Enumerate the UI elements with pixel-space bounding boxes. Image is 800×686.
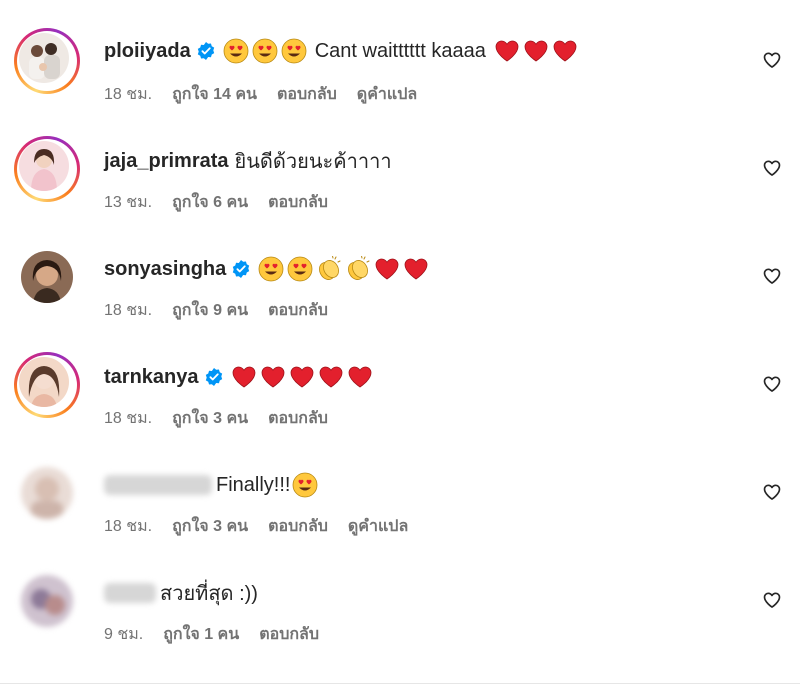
comment-username[interactable]: ploiiyada	[104, 40, 191, 63]
avatar[interactable]	[19, 357, 69, 407]
heart-eyes-emoji	[292, 472, 318, 498]
likes-count-link[interactable]: ถูกใจ 14 คน	[172, 82, 257, 107]
reply-button[interactable]: ตอบกลับ	[268, 298, 328, 323]
comment-text: Cant waitttttt kaaaa	[314, 39, 486, 62]
avatar[interactable]	[19, 33, 69, 83]
likes-count-link[interactable]: ถูกใจ 9 คน	[172, 298, 248, 323]
heart-eyes-emoji	[223, 38, 249, 64]
heart-outline-icon[interactable]	[762, 590, 782, 610]
red-heart-emoji	[289, 364, 315, 390]
divider	[0, 683, 800, 684]
comment-text: สวยที่สุด :))	[160, 583, 258, 605]
blurred-username[interactable]	[104, 583, 156, 603]
comment-username[interactable]: jaja_primrata	[104, 150, 229, 173]
red-heart-emoji	[494, 38, 520, 64]
avatar[interactable]	[19, 141, 69, 191]
see-translation-button[interactable]: ดูคำแปล	[357, 82, 417, 107]
story-ring[interactable]	[14, 136, 80, 202]
avatar[interactable]	[21, 251, 73, 303]
clapping-hands-emoji	[316, 256, 342, 282]
avatar[interactable]	[21, 575, 73, 627]
likes-count-link[interactable]: ถูกใจ 3 คน	[172, 514, 248, 539]
likes-count-link[interactable]: ถูกใจ 3 คน	[172, 406, 248, 431]
likes-count-link[interactable]: ถูกใจ 1 คน	[163, 622, 239, 647]
heart-outline-icon[interactable]	[762, 374, 782, 394]
heart-outline-icon[interactable]	[762, 158, 782, 178]
verified-badge-icon	[205, 368, 223, 386]
comment-item: Finally!!! 18 ชม. ถูกใจ 3 คน ตอบกลับ ดูค…	[0, 460, 800, 560]
heart-outline-icon[interactable]	[762, 482, 782, 502]
comment-text: Finally!!!	[216, 473, 291, 496]
red-heart-emoji	[231, 364, 257, 390]
red-heart-emoji	[260, 364, 286, 390]
red-heart-emoji	[552, 38, 578, 64]
heart-eyes-emoji	[258, 256, 284, 282]
verified-badge-icon	[197, 42, 215, 60]
reply-button[interactable]: ตอบกลับ	[268, 190, 328, 215]
heart-eyes-emoji	[287, 256, 313, 282]
likes-count-link[interactable]: ถูกใจ 6 คน	[172, 190, 248, 215]
blurred-username[interactable]	[104, 475, 212, 495]
comment-item: สวยที่สุด :)) 9 ชม. ถูกใจ 1 คน ตอบกลับ	[0, 568, 800, 668]
reply-button[interactable]: ตอบกลับ	[259, 622, 319, 647]
comment-item: sonyasingha 18 ชม. ถูกใจ 9 คน ตอบกลับ	[0, 244, 800, 344]
story-ring[interactable]	[14, 352, 80, 418]
comment-text: ยินดีด้วยนะค้าาาา	[234, 151, 392, 173]
heart-outline-icon[interactable]	[762, 50, 782, 70]
clapping-hands-emoji	[345, 256, 371, 282]
comment-time[interactable]: 18 ชม.	[104, 298, 152, 323]
comment-time[interactable]: 13 ชม.	[104, 190, 152, 215]
comment-username[interactable]: tarnkanya	[104, 366, 199, 389]
avatar[interactable]	[21, 467, 73, 519]
verified-badge-icon	[232, 260, 250, 278]
comment-time[interactable]: 18 ชม.	[104, 514, 152, 539]
see-translation-button[interactable]: ดูคำแปล	[348, 514, 408, 539]
comment-item: jaja_primrata ยินดีด้วยนะค้าาาา 13 ชม. ถ…	[0, 136, 800, 236]
reply-button[interactable]: ตอบกลับ	[277, 82, 337, 107]
comment-time[interactable]: 18 ชม.	[104, 406, 152, 431]
comment-time[interactable]: 9 ชม.	[104, 622, 143, 647]
heart-eyes-emoji	[252, 38, 278, 64]
red-heart-emoji	[374, 256, 400, 282]
red-heart-emoji	[318, 364, 344, 390]
story-ring[interactable]	[14, 28, 80, 94]
comment-item: ploiiyada Cant waitttttt kaaaa 18 ชม. ถู…	[0, 28, 800, 128]
red-heart-emoji	[347, 364, 373, 390]
red-heart-emoji	[523, 38, 549, 64]
comment-username[interactable]: sonyasingha	[104, 258, 226, 281]
red-heart-emoji	[403, 256, 429, 282]
comment-item: tarnkanya 18 ชม. ถูกใจ 3 คน ตอบกลับ	[0, 352, 800, 452]
reply-button[interactable]: ตอบกลับ	[268, 514, 328, 539]
heart-eyes-emoji	[281, 38, 307, 64]
comment-time[interactable]: 18 ชม.	[104, 82, 152, 107]
reply-button[interactable]: ตอบกลับ	[268, 406, 328, 431]
heart-outline-icon[interactable]	[762, 266, 782, 286]
